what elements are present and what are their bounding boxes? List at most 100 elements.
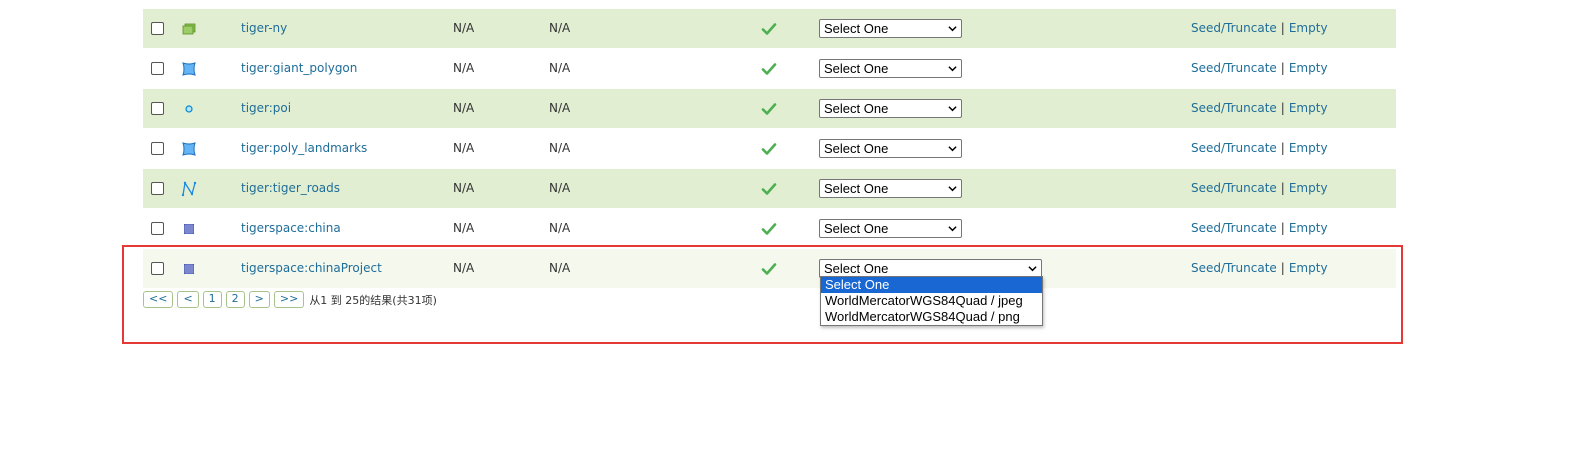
first-page-button[interactable]: << [143,291,174,308]
separator: | [1280,101,1285,115]
row-actions: Seed/Truncate | Empty [1191,209,1328,248]
page-1-button[interactable]: 1 [202,291,222,308]
gridset-select[interactable]: Select One [819,219,962,238]
next-page-button[interactable]: > [248,291,270,308]
checkmark-icon [761,261,777,277]
row-actions: Seed/Truncate | Empty [1191,49,1328,88]
raster-icon [181,261,197,277]
results-summary: 从1 到 25的结果(共31项) [309,293,437,307]
cell-na: N/A [453,61,475,75]
chevron-down-icon [948,26,957,32]
dropdown-option[interactable]: WorldMercatorWGS84Quad / png [821,309,1042,325]
raster-icon [181,221,197,237]
chevron-down-icon [948,66,957,72]
polygon-icon [181,61,197,77]
layer-name-link[interactable]: tiger:giant_polygon [241,49,357,88]
layer-name-link[interactable]: tiger-ny [241,9,287,48]
gridset-select[interactable]: Select One [819,99,962,118]
row-checkbox[interactable] [151,222,164,235]
cell-na: N/A [453,261,475,275]
row-checkbox[interactable] [151,262,164,275]
gridset-select[interactable]: Select One [819,59,962,78]
seed-truncate-link[interactable]: Seed/Truncate [1191,141,1277,155]
select-value: Select One [824,181,889,196]
empty-link[interactable]: Empty [1289,181,1328,195]
cell-na: N/A [549,61,571,75]
layer-name-link[interactable]: tiger:poi [241,89,291,128]
chevron-down-icon [1028,266,1037,272]
layer-name-link[interactable]: tigerspace:chinaProject [241,249,382,288]
cell-na: N/A [549,21,571,35]
table-row: tiger:poi N/A N/A Select One Seed/Trunca… [143,89,1396,129]
polygon-icon [181,141,197,157]
cell-na: N/A [549,221,571,235]
layer-name-link[interactable]: tigerspace:china [241,209,341,248]
row-checkbox[interactable] [151,62,164,75]
select-value: Select One [824,141,889,156]
seed-truncate-link[interactable]: Seed/Truncate [1191,101,1277,115]
checkmark-icon [761,21,777,37]
cell-na: N/A [453,21,475,35]
cell-na: N/A [453,101,475,115]
cell-na: N/A [549,181,571,195]
layer-name-link[interactable]: tiger:tiger_roads [241,169,340,208]
checkmark-icon [761,181,777,197]
layer-name-link[interactable]: tiger:poly_landmarks [241,129,367,168]
separator: | [1280,61,1285,75]
chevron-down-icon [948,226,957,232]
empty-link[interactable]: Empty [1289,141,1328,155]
line-icon [181,181,197,197]
gridset-select[interactable]: Select One [819,139,962,158]
separator: | [1280,141,1285,155]
separator: | [1280,221,1285,235]
select-value: Select One [824,221,889,236]
select-value: Select One [824,61,889,76]
empty-link[interactable]: Empty [1289,21,1328,35]
table-row: tiger:tiger_roads N/A N/A Select One See… [143,169,1396,209]
cell-na: N/A [453,221,475,235]
dropdown-option[interactable]: WorldMercatorWGS84Quad / jpeg [821,293,1042,309]
dropdown-option[interactable]: Select One [821,277,1042,293]
select-value: Select One [824,21,889,36]
gridset-select[interactable]: Select One [819,179,962,198]
chevron-down-icon [948,106,957,112]
layer-group-icon [181,21,197,37]
row-checkbox[interactable] [151,182,164,195]
pagination: << < 1 2 > >> 从1 到 25的结果(共31项) [143,291,437,308]
page-2-button[interactable]: 2 [225,291,245,308]
row-checkbox[interactable] [151,22,164,35]
seed-truncate-link[interactable]: Seed/Truncate [1191,261,1277,275]
gridset-select[interactable]: Select One [819,19,962,38]
empty-link[interactable]: Empty [1289,101,1328,115]
checkmark-icon [761,221,777,237]
prev-page-button[interactable]: < [177,291,199,308]
checkmark-icon [761,141,777,157]
chevron-down-icon [948,186,957,192]
table-row: tiger:giant_polygon N/A N/A Select One S… [143,49,1396,89]
row-actions: Seed/Truncate | Empty [1191,9,1328,48]
layers-table: tiger-ny N/A N/A Select One Seed/Truncat… [143,9,1396,289]
checkmark-icon [761,61,777,77]
empty-link[interactable]: Empty [1289,261,1328,275]
separator: | [1280,261,1285,275]
separator: | [1280,21,1285,35]
gridset-dropdown-list: Select One WorldMercatorWGS84Quad / jpeg… [820,276,1043,326]
separator: | [1280,181,1285,195]
seed-truncate-link[interactable]: Seed/Truncate [1191,181,1277,195]
last-page-button[interactable]: >> [273,291,305,308]
row-checkbox[interactable] [151,142,164,155]
row-actions: Seed/Truncate | Empty [1191,249,1328,288]
cell-na: N/A [549,261,571,275]
point-icon [181,101,197,117]
empty-link[interactable]: Empty [1289,221,1328,235]
row-checkbox[interactable] [151,102,164,115]
cell-na: N/A [549,101,571,115]
chevron-down-icon [948,146,957,152]
empty-link[interactable]: Empty [1289,61,1328,75]
row-actions: Seed/Truncate | Empty [1191,129,1328,168]
seed-truncate-link[interactable]: Seed/Truncate [1191,21,1277,35]
table-row: tiger:poly_landmarks N/A N/A Select One … [143,129,1396,169]
seed-truncate-link[interactable]: Seed/Truncate [1191,221,1277,235]
row-actions: Seed/Truncate | Empty [1191,89,1328,128]
seed-truncate-link[interactable]: Seed/Truncate [1191,61,1277,75]
